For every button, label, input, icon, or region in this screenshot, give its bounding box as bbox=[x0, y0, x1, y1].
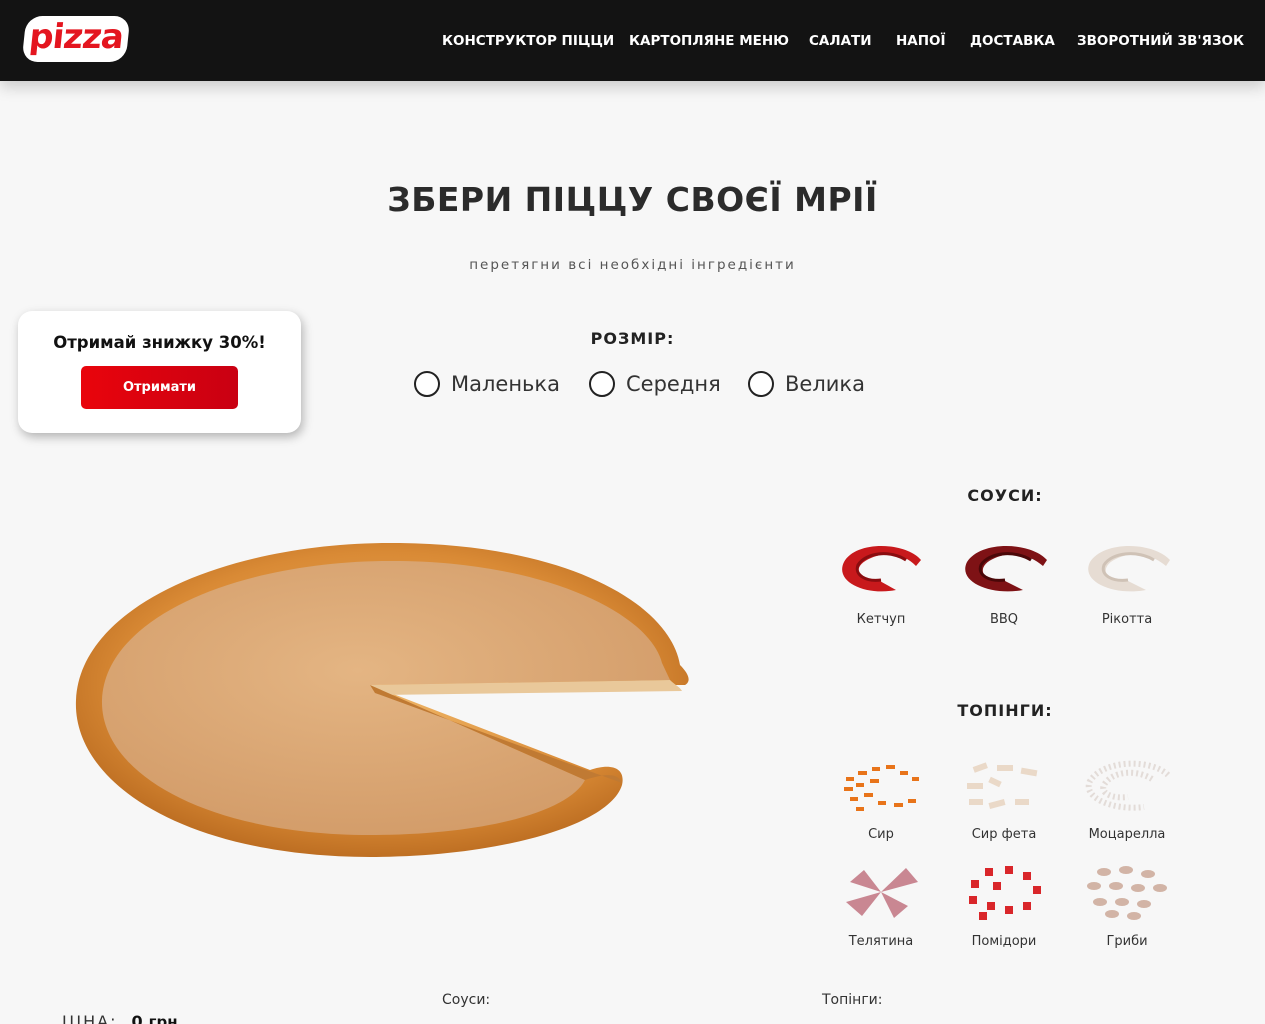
nav-item-salads[interactable]: САЛАТИ bbox=[809, 30, 872, 52]
size-option-small[interactable]: Маленька bbox=[414, 368, 560, 400]
page-subtitle: перетягни всі необхідні інгредієнти bbox=[469, 257, 796, 273]
size-option-label: Велика bbox=[785, 372, 865, 396]
ingredient-label: Помідори bbox=[971, 934, 1037, 949]
toppings-heading: ТОПІНГИ: bbox=[957, 701, 1053, 720]
pizza-base-drop-zone[interactable] bbox=[70, 535, 700, 865]
ingredient-bbq-sauce[interactable]: BBQ bbox=[949, 540, 1059, 640]
ingredient-label: Моцарелла bbox=[1088, 827, 1166, 842]
size-label: РОЗМІР: bbox=[590, 329, 675, 348]
cheese-icon bbox=[844, 765, 919, 811]
ingredient-feta[interactable]: Сир фета bbox=[949, 757, 1059, 857]
tomato-icon bbox=[969, 866, 1041, 920]
size-option-label: Середня bbox=[626, 372, 721, 396]
feta-icon bbox=[967, 762, 1038, 809]
ingredient-mushroom[interactable]: Гриби bbox=[1072, 862, 1182, 962]
veal-icon bbox=[846, 868, 918, 918]
ingredient-mozzarella[interactable]: Моцарелла bbox=[1072, 757, 1182, 857]
nav-item-feedback[interactable]: ЗВОРОТНИЙ ЗВ'ЯЗОК bbox=[1077, 30, 1244, 52]
ingredient-tomato[interactable]: Помідори bbox=[949, 862, 1059, 962]
radio-large[interactable] bbox=[748, 371, 774, 397]
ingredient-cheese[interactable]: Сир bbox=[826, 757, 936, 857]
price-currency: грн bbox=[148, 1013, 178, 1024]
ricotta-icon bbox=[1088, 546, 1170, 592]
ingredient-label: Кетчуп bbox=[856, 612, 906, 627]
price-row: ЦІНА: 0 грн bbox=[62, 1012, 178, 1024]
size-option-medium[interactable]: Середня bbox=[589, 368, 721, 400]
ingredient-ricotta[interactable]: Рікотта bbox=[1072, 540, 1182, 640]
sauces-heading: СОУСИ: bbox=[967, 486, 1043, 505]
bbq-sauce-icon bbox=[965, 546, 1047, 592]
nav-item-potato-menu[interactable]: КАРТОПЛЯНЕ МЕНЮ bbox=[629, 30, 789, 52]
price-label: ЦІНА: bbox=[62, 1012, 118, 1024]
selected-sauces-label: Соуси: bbox=[442, 992, 491, 1008]
nav-item-delivery[interactable]: ДОСТАВКА bbox=[970, 30, 1055, 52]
ingredient-label: Телятина bbox=[848, 934, 914, 949]
nav-item-pizza-constructor[interactable]: КОНСТРУКТОР ПІЦЦИ bbox=[442, 30, 614, 52]
main-nav: КОНСТРУКТОР ПІЦЦИ КАРТОПЛЯНЕ МЕНЮ САЛАТИ… bbox=[0, 30, 1265, 52]
ingredient-label: BBQ bbox=[989, 612, 1019, 627]
radio-small[interactable] bbox=[414, 371, 440, 397]
ingredient-label: Сир bbox=[868, 827, 894, 842]
radio-medium[interactable] bbox=[589, 371, 615, 397]
ingredient-label: Рікотта bbox=[1101, 612, 1153, 627]
ingredient-veal[interactable]: Телятина bbox=[826, 862, 936, 962]
size-option-label: Маленька bbox=[451, 372, 560, 396]
ingredient-ketchup[interactable]: Кетчуп bbox=[826, 540, 936, 640]
nav-item-drinks[interactable]: НАПОЇ bbox=[896, 30, 946, 52]
mozzarella-icon bbox=[1085, 760, 1171, 811]
get-discount-button[interactable]: Отримати bbox=[81, 366, 238, 409]
ingredient-label: Гриби bbox=[1106, 934, 1148, 949]
selected-toppings-label: Топінги: bbox=[822, 992, 883, 1008]
top-navigation-bar: pizza КОНСТРУКТОР ПІЦЦИ КАРТОПЛЯНЕ МЕНЮ … bbox=[0, 0, 1265, 81]
pizza-base-image bbox=[75, 542, 689, 857]
ketchup-icon bbox=[842, 546, 921, 592]
price-value: 0 bbox=[131, 1012, 143, 1024]
size-option-large[interactable]: Велика bbox=[748, 368, 865, 400]
ingredient-label: Сир фета bbox=[971, 827, 1037, 842]
page-title: ЗБЕРИ ПІЦЦУ СВОЄЇ МРІЇ bbox=[387, 180, 878, 219]
mushroom-icon bbox=[1087, 866, 1167, 920]
